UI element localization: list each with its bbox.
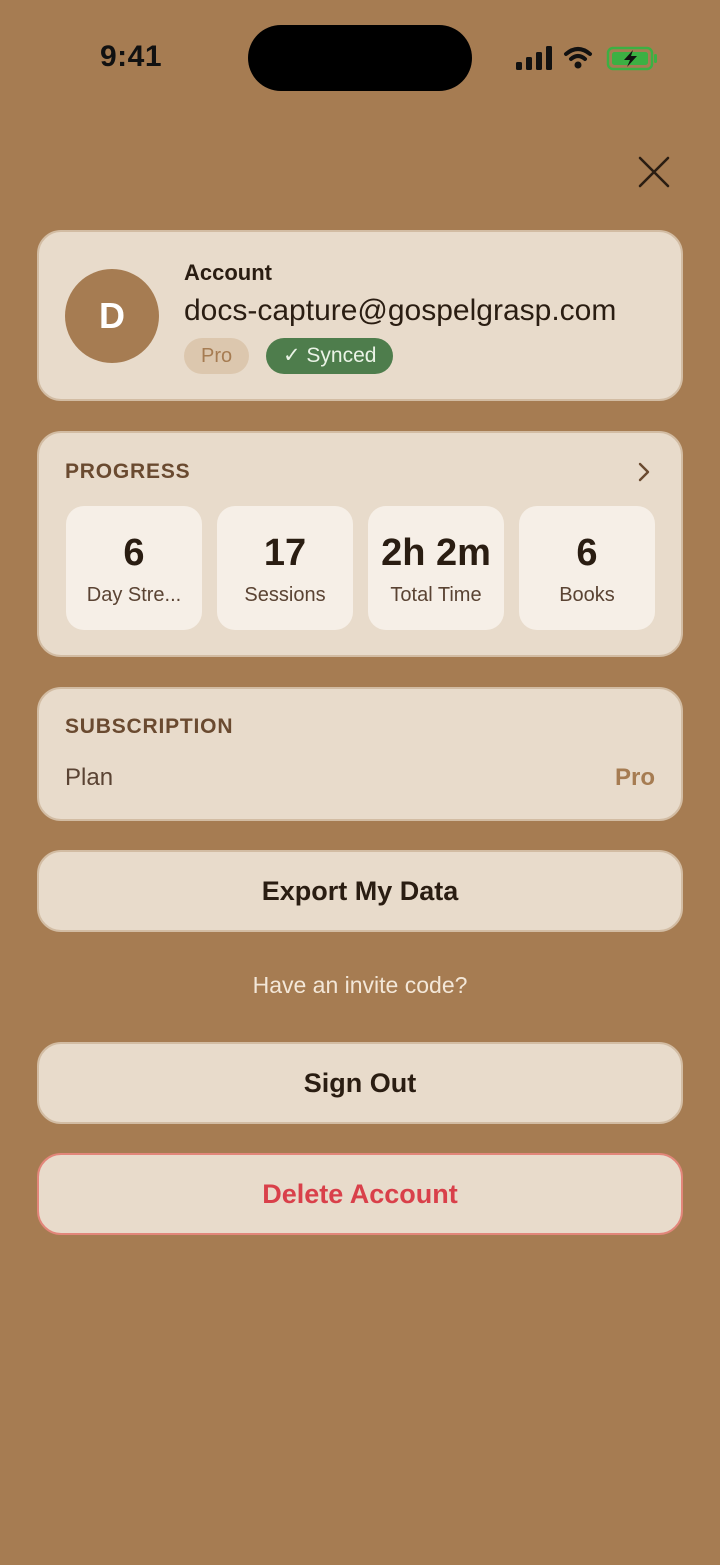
stat-value: 6 <box>576 532 598 574</box>
stat-books: 6 Books <box>519 506 655 630</box>
subscription-title: SUBSCRIPTION <box>65 715 234 738</box>
stat-total-time: 2h 2m Total Time <box>368 506 504 630</box>
synced-badge: ✓ Synced <box>266 338 394 374</box>
stat-label: Total Time <box>390 584 482 606</box>
avatar: D <box>65 269 159 363</box>
cellular-signal-icon <box>516 46 552 70</box>
delete-account-button[interactable]: Delete Account <box>37 1153 683 1235</box>
status-time: 9:41 <box>100 40 163 73</box>
stat-value: 6 <box>123 532 145 574</box>
sign-out-button[interactable]: Sign Out <box>37 1042 683 1124</box>
chevron-right-icon <box>638 462 650 482</box>
progress-title: PROGRESS <box>65 460 191 483</box>
status-icons <box>514 44 659 72</box>
export-data-button[interactable]: Export My Data <box>37 850 683 932</box>
battery-charging-icon <box>606 46 657 71</box>
subscription-card: SUBSCRIPTION Plan Pro <box>37 687 683 821</box>
stat-label: Day Stre... <box>86 584 182 606</box>
account-label: Account <box>184 260 272 285</box>
stat-sessions: 17 Sessions <box>217 506 353 630</box>
stat-value: 2h 2m <box>381 532 491 574</box>
stat-value: 17 <box>263 532 307 574</box>
dynamic-island <box>248 25 472 91</box>
close-icon <box>638 156 670 188</box>
plan-badge: Pro <box>184 338 250 374</box>
account-email: docs-capture@gospelgrasp.com <box>184 294 617 327</box>
plan-value: Pro <box>614 764 655 791</box>
plan-label: Plan <box>65 764 114 791</box>
stat-label: Books <box>559 584 615 606</box>
progress-card[interactable]: PROGRESS 6 Day Stre... 17 Sessions 2h 2m… <box>37 431 683 657</box>
close-button[interactable] <box>632 150 676 194</box>
wifi-icon <box>564 47 592 61</box>
stat-day-streak: 6 Day Stre... <box>66 506 202 630</box>
account-card: D Account docs-capture@gospelgrasp.com P… <box>37 230 683 401</box>
stat-label: Sessions <box>244 584 326 606</box>
invite-code-link[interactable]: Have an invite code? <box>0 972 720 999</box>
